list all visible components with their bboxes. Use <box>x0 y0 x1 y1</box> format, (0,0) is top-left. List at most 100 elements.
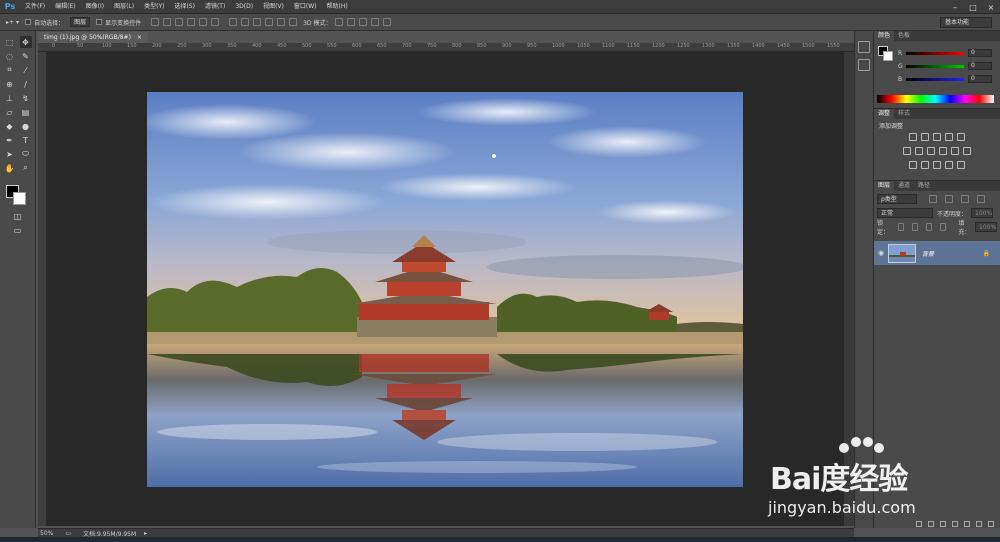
drag-3d-icon[interactable] <box>359 18 368 26</box>
red-value[interactable]: 0 <box>968 49 992 57</box>
canvas-area[interactable] <box>47 52 844 526</box>
tab-swatches[interactable]: 色板 <box>894 31 914 41</box>
roll-3d-icon[interactable] <box>347 18 356 26</box>
distribute-hcenter-icon[interactable] <box>277 18 286 26</box>
threshold-icon[interactable] <box>933 161 941 169</box>
red-slider[interactable]: R 0 <box>898 48 996 58</box>
menu-item-9[interactable]: 窗口(W) <box>289 0 322 14</box>
screen-mode-icon[interactable]: ▭ <box>12 224 24 236</box>
slide-3d-icon[interactable] <box>371 18 380 26</box>
tab-paths[interactable]: 路径 <box>914 181 934 191</box>
brush-tool-icon[interactable]: ∕ <box>20 78 32 90</box>
menu-item-6[interactable]: 滤镜(T) <box>200 0 230 14</box>
auto-select-target-dropdown[interactable]: 图层 <box>70 17 91 27</box>
zoom-level[interactable]: 50% <box>40 530 53 537</box>
distribute-vcenter-icon[interactable] <box>241 18 250 26</box>
lock-pixels-icon[interactable] <box>911 223 919 231</box>
menu-item-4[interactable]: 类型(Y) <box>139 0 169 14</box>
quick-select-tool-icon[interactable]: ✎ <box>20 50 32 62</box>
blue-slider[interactable]: B 0 <box>898 74 996 84</box>
align-hcenter-icon[interactable] <box>199 18 208 26</box>
align-vcenter-icon[interactable] <box>163 18 172 26</box>
distribute-right-icon[interactable] <box>289 18 298 26</box>
brightness-icon[interactable] <box>909 133 917 141</box>
eyedropper-tool-icon[interactable]: ⁄ <box>20 64 32 76</box>
blur-tool-icon[interactable]: ◆ <box>4 120 16 132</box>
document-tab[interactable]: timg (1).jpg @ 50%(RGB/8#) × <box>38 32 148 43</box>
move-tool-preset[interactable]: ▸+ ▾ <box>6 19 19 26</box>
filter-adjust-icon[interactable] <box>945 195 953 203</box>
maximize-icon[interactable]: □ <box>964 0 982 14</box>
close-icon[interactable]: × <box>982 0 1000 14</box>
posterize-icon[interactable] <box>921 161 929 169</box>
fill-input[interactable]: 100% <box>975 222 998 232</box>
filter-shape-icon[interactable] <box>977 195 985 203</box>
distribute-top-icon[interactable] <box>229 18 238 26</box>
blue-track[interactable] <box>906 77 964 81</box>
lock-transparent-icon[interactable] <box>897 223 904 231</box>
gradient-map-icon[interactable] <box>945 161 953 169</box>
move-tool-icon[interactable]: ✥ <box>19 36 32 48</box>
green-slider[interactable]: G 0 <box>898 61 996 71</box>
tab-styles[interactable]: 样式 <box>894 109 914 119</box>
new-layer-icon[interactable] <box>976 520 982 527</box>
tab-layers[interactable]: 图层 <box>874 181 895 191</box>
delete-layer-icon[interactable] <box>988 520 994 527</box>
panel-background-swatch[interactable] <box>883 51 893 61</box>
vibrance-icon[interactable] <box>957 133 965 141</box>
menu-item-2[interactable]: 图像(I) <box>81 0 109 14</box>
lock-all-icon[interactable] <box>940 223 947 231</box>
selective-color-icon[interactable] <box>957 161 965 169</box>
new-group-icon[interactable] <box>964 520 970 527</box>
black-white-icon[interactable] <box>927 147 935 155</box>
photo-filter-icon[interactable] <box>939 147 947 155</box>
green-track[interactable] <box>906 64 964 68</box>
color-lookup-icon[interactable] <box>963 147 971 155</box>
menu-item-5[interactable]: 选择(S) <box>169 0 200 14</box>
hue-saturation-icon[interactable] <box>903 147 911 155</box>
align-bottom-icon[interactable] <box>175 18 184 26</box>
menu-item-8[interactable]: 视图(V) <box>258 0 289 14</box>
filter-pixel-icon[interactable] <box>929 195 937 203</box>
tab-channels[interactable]: 通道 <box>894 181 914 191</box>
pen-tool-icon[interactable]: ✒ <box>4 134 16 146</box>
properties-panel-icon[interactable] <box>858 59 870 71</box>
exposure-icon[interactable] <box>945 133 953 141</box>
align-left-icon[interactable] <box>187 18 196 26</box>
levels-icon[interactable] <box>921 133 929 141</box>
distribute-left-icon[interactable] <box>265 18 274 26</box>
gradient-tool-icon[interactable]: ▤ <box>20 106 32 118</box>
opacity-input[interactable]: 100% <box>971 208 994 218</box>
color-balance-icon[interactable] <box>915 147 923 155</box>
path-select-tool-icon[interactable]: ➤ <box>4 148 16 160</box>
eye-icon[interactable]: ◉ <box>874 249 888 257</box>
quick-mask-icon[interactable]: ◫ <box>12 210 24 222</box>
status-menu-arrow-icon[interactable]: ▸ <box>144 530 147 537</box>
layer-row-background[interactable]: ◉ 背景 🔒 <box>874 241 1000 265</box>
menu-item-10[interactable]: 帮助(H) <box>322 0 353 14</box>
show-transform-checkbox[interactable]: 显示变换控件 <box>96 18 141 27</box>
shape-tool-icon[interactable]: ⬭ <box>20 148 32 160</box>
lock-position-icon[interactable] <box>926 223 933 231</box>
menu-item-7[interactable]: 3D(D) <box>230 0 258 14</box>
tab-color[interactable]: 颜色 <box>874 31 895 41</box>
align-top-icon[interactable] <box>151 18 160 26</box>
curves-icon[interactable] <box>933 133 941 141</box>
healing-brush-tool-icon[interactable]: ⊕ <box>4 78 16 90</box>
clone-stamp-tool-icon[interactable]: ⊥ <box>4 92 16 104</box>
blend-mode-dropdown[interactable]: 正常 <box>877 208 933 218</box>
menu-item-0[interactable]: 文件(F) <box>20 0 50 14</box>
rotate-3d-icon[interactable] <box>335 18 344 26</box>
channel-mixer-icon[interactable] <box>951 147 959 155</box>
history-panel-icon[interactable] <box>858 41 870 53</box>
close-tab-icon[interactable]: × <box>137 32 142 43</box>
type-tool-icon[interactable]: T <box>20 134 32 146</box>
background-color-swatch[interactable] <box>13 192 26 205</box>
menu-item-1[interactable]: 编辑(E) <box>50 0 80 14</box>
menu-item-3[interactable]: 图层(L) <box>109 0 139 14</box>
layer-filter-dropdown[interactable]: ρ类型 <box>877 194 917 204</box>
history-brush-tool-icon[interactable]: ↯ <box>20 92 32 104</box>
dodge-tool-icon[interactable]: ● <box>20 120 32 132</box>
hand-tool-icon[interactable]: ✋ <box>4 162 16 174</box>
auto-select-checkbox[interactable]: 自动选择： <box>25 18 64 27</box>
